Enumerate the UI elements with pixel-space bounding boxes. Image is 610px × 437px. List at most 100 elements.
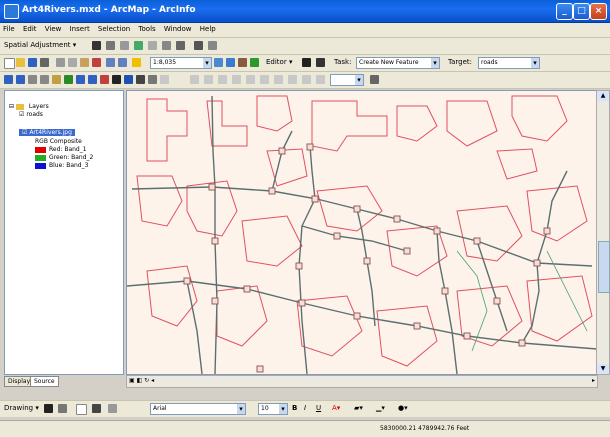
scroll-right-arrow[interactable]: ▸ (592, 377, 595, 384)
open-folder-icon[interactable] (16, 58, 25, 67)
new-identity-link-icon[interactable] (148, 41, 157, 50)
overview-icon[interactable] (274, 75, 283, 84)
menu-window[interactable]: Window (161, 23, 195, 33)
previous-extent-icon[interactable] (76, 75, 85, 84)
menu-file[interactable]: File (0, 23, 18, 33)
roads-checkbox[interactable]: ☑ (19, 111, 24, 118)
rotate-icon[interactable] (58, 404, 67, 413)
select-elements-icon-2[interactable] (112, 75, 121, 84)
cut-icon[interactable] (56, 58, 65, 67)
fixed-zoom-out-icon[interactable] (40, 75, 49, 84)
georef-icon[interactable] (204, 75, 213, 84)
delete-icon[interactable] (92, 58, 101, 67)
select-features-icon[interactable] (100, 75, 109, 84)
text-icon[interactable] (92, 404, 101, 413)
editor-toolbar-icon[interactable] (214, 58, 223, 67)
map-scale-combo[interactable]: 1:8,035 (150, 57, 212, 69)
edit-tool-icon[interactable] (302, 58, 311, 67)
new-document-icon[interactable] (4, 58, 15, 69)
adjust-preview-icon[interactable] (208, 41, 217, 50)
viewer-icon[interactable] (302, 75, 311, 84)
scroll-down-arrow[interactable]: ▼ (597, 364, 609, 374)
menu-view[interactable]: View (42, 23, 65, 33)
whats-this-icon[interactable] (250, 58, 259, 67)
menu-insert[interactable]: Insert (67, 23, 93, 33)
topology-icon[interactable] (232, 75, 241, 84)
pan-icon[interactable] (52, 75, 61, 84)
raster-layer[interactable]: ☑ Art4Rivers.jpg (19, 129, 75, 136)
modify-link-icon[interactable] (120, 41, 129, 50)
copy-icon[interactable] (68, 58, 77, 67)
zoom-in-icon[interactable] (4, 75, 13, 84)
find-icon[interactable] (136, 75, 145, 84)
tab-source[interactable]: Source (30, 376, 59, 387)
minimize-button[interactable]: _ (556, 3, 573, 20)
paste-icon[interactable] (80, 58, 89, 67)
select-elements-pointer-icon[interactable] (44, 404, 53, 413)
collapse-icon[interactable]: ⊟ (9, 103, 14, 110)
layout-icon[interactable] (260, 75, 269, 84)
menu-edit[interactable]: Edit (20, 23, 40, 33)
add-data-icon[interactable] (132, 58, 141, 67)
rectangle-icon[interactable] (76, 404, 87, 415)
undo-icon[interactable] (106, 58, 115, 67)
fill-color-icon[interactable]: ▰▾ (354, 404, 363, 412)
limited-adjustment-icon[interactable] (162, 41, 171, 50)
redo-icon[interactable] (118, 58, 127, 67)
arctoolbox-icon[interactable] (226, 58, 235, 67)
multiple-displacement-icon[interactable] (134, 41, 143, 50)
raster-checkbox[interactable]: ☑ (22, 129, 27, 136)
fixed-zoom-in-icon[interactable] (28, 75, 37, 84)
font-color-icon[interactable]: A▾ (332, 404, 340, 412)
line-color-icon[interactable]: ▁▾ (376, 404, 385, 412)
magnifier-icon[interactable] (288, 75, 297, 84)
menu-help[interactable]: Help (197, 23, 219, 33)
print-icon[interactable] (40, 58, 49, 67)
menu-tools[interactable]: Tools (135, 23, 158, 33)
view-link-table-icon[interactable] (176, 41, 185, 50)
callout-icon[interactable] (108, 404, 117, 413)
editor-menu[interactable]: Editor ▾ (266, 58, 292, 66)
layers-group[interactable]: ⊟ Layers (9, 103, 49, 110)
layer-combo[interactable] (330, 74, 364, 86)
task-combo[interactable]: Create New Feature (356, 57, 440, 69)
display-icon[interactable] (370, 75, 379, 84)
marker-color-icon[interactable]: ●▾ (398, 404, 408, 412)
new-displacement-link-icon[interactable] (106, 41, 115, 50)
maximize-button[interactable]: □ (573, 3, 590, 20)
zoom-out-icon[interactable] (16, 75, 25, 84)
drawing-menu[interactable]: Drawing ▾ (4, 404, 39, 412)
tracking-icon[interactable] (246, 75, 255, 84)
close-button[interactable]: × (590, 3, 607, 20)
hyperlink-icon[interactable] (160, 75, 169, 84)
menu-selection[interactable]: Selection (95, 23, 133, 33)
scroll-up-arrow[interactable]: ▲ (597, 91, 609, 101)
swipe-icon[interactable] (316, 75, 325, 84)
sketch-tool-icon[interactable] (316, 58, 325, 67)
scroll-thumb[interactable] (598, 241, 610, 293)
roads-layer[interactable]: ☑ roads (19, 111, 43, 118)
snapping-icon[interactable] (190, 75, 199, 84)
road-9 (536, 170, 568, 264)
italic-button[interactable]: I (304, 404, 306, 412)
map-horizontal-scrollbar[interactable]: ▣ ◧ ↻ ◂ ▸ (126, 375, 598, 388)
view-toggle-icons[interactable]: ▣ ◧ ↻ ◂ (129, 377, 154, 384)
map-canvas[interactable] (126, 90, 598, 375)
underline-button[interactable]: U (316, 404, 321, 412)
bold-button[interactable]: B (292, 404, 297, 412)
identify-icon[interactable] (124, 75, 133, 84)
command-line-icon[interactable] (238, 58, 247, 67)
blue-swatch (35, 162, 46, 169)
map-vertical-scrollbar[interactable]: ▲ ▼ (596, 90, 610, 375)
font-combo[interactable]: Arial (150, 403, 246, 415)
measure-icon[interactable] (148, 75, 157, 84)
select-elements-icon[interactable] (92, 41, 101, 50)
target-combo[interactable]: roads (478, 57, 540, 69)
save-icon[interactable] (28, 58, 37, 67)
clear-links-icon[interactable] (194, 41, 203, 50)
effects-icon[interactable] (218, 75, 227, 84)
spatial-adjustment-menu[interactable]: Spatial Adjustment ▾ (4, 41, 76, 49)
font-size-combo[interactable]: 10 (258, 403, 288, 415)
next-extent-icon[interactable] (88, 75, 97, 84)
full-extent-icon[interactable] (64, 75, 73, 84)
